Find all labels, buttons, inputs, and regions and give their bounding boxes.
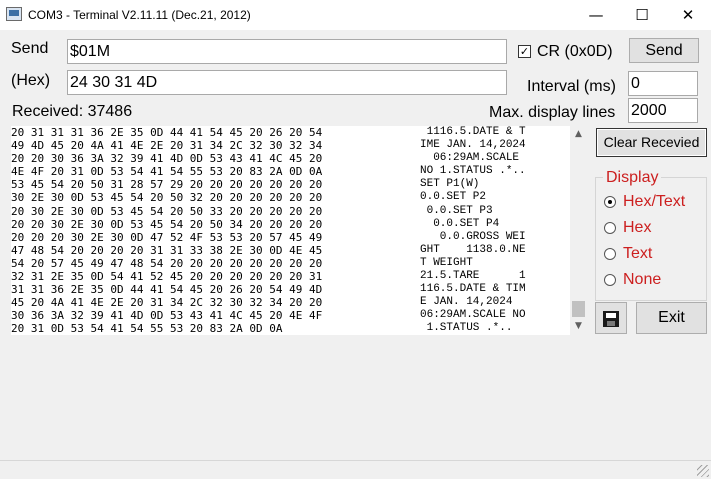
hex-line: 4E 4F 20 31 0D 53 54 41 54 55 53 20 83 2… [11,165,323,179]
close-button[interactable]: ✕ [665,0,711,30]
text-line: 21.5.TARE 1 [420,270,526,283]
hex-input[interactable]: 24 30 31 4D [67,70,507,95]
hex-line: 53 45 54 20 50 31 28 57 29 20 20 20 20 2… [11,178,323,192]
terminal-app-icon [6,7,22,21]
text-line: 116.5.DATE & TIM [420,283,526,296]
send-label: Send [11,40,49,57]
terminal-scrollbar[interactable]: ▲ ▼ [570,126,587,335]
received-count-label: Received: 37486 [12,103,133,120]
text-line: T WEIGHT [420,256,526,269]
display-group-title: Display [603,169,662,187]
text-line: 0.0.SET P2 [420,191,526,204]
floppy-disk-icon [603,311,619,327]
text-line: 06:29AM.SCALE NO [420,309,526,322]
radio-hex-text-label[interactable]: Hex/Text [623,193,685,211]
resize-grip-icon[interactable] [697,465,709,477]
radio-hex[interactable] [604,222,616,234]
hex-line: 49 4D 45 20 4A 41 4E 2E 20 31 34 2C 32 3… [11,139,323,153]
text-line: GHT 1138.0.NE [420,243,526,256]
text-line: 0.0.SET P3 [420,204,526,217]
interval-input[interactable]: 0 [628,71,698,96]
text-line: NO 1.STATUS .*.. [420,165,526,178]
text-line: 06:29AM.SCALE [420,152,526,165]
clear-received-button[interactable]: Clear Recevied [596,128,707,157]
maximize-button[interactable]: ☐ [619,0,665,30]
send-input[interactable]: $01M [67,39,507,64]
terminal-output[interactable]: 20 31 31 31 36 2E 35 0D 44 41 54 45 20 2… [11,126,587,335]
text-dump-column: 1116.5.DATE & T IME JAN. 14,2024 06:29AM.… [420,126,526,335]
title-bar: COM3 - Terminal V2.11.11 (Dec.21, 2012) … [0,0,711,30]
hex-line: 30 36 3A 32 39 41 4D 0D 53 43 41 4C 45 2… [11,309,323,323]
text-line: 0.0.GROSS WEI [420,230,526,243]
text-line: 0.0.SET P4 [420,217,526,230]
hex-line: 20 20 30 2E 30 0D 53 45 54 20 50 34 20 2… [11,217,323,231]
window-title: COM3 - Terminal V2.11.11 (Dec.21, 2012) [28,8,251,22]
text-line: IME JAN. 14,2024 [420,139,526,152]
hex-dump-column: 20 31 31 31 36 2E 35 0D 44 41 54 45 20 2… [11,126,322,335]
text-line: 1.STATUS .*.. [420,322,513,335]
hex-line: 20 20 20 30 2E 30 0D 47 52 4F 53 53 20 5… [11,230,323,244]
scrollbar-thumb[interactable] [572,301,585,317]
radio-hex-text[interactable] [604,196,616,208]
cr-label: CR (0x0D) [537,43,613,60]
text-line: SET P1(W) [420,178,526,191]
hex-line: 45 20 4A 41 4E 2E 20 31 34 2C 32 30 32 3… [11,296,323,310]
radio-text[interactable] [604,248,616,260]
hex-line: 20 31 0D 53 54 41 54 55 53 20 83 2A 0D 0… [11,322,283,335]
radio-none[interactable] [604,274,616,286]
radio-text-label[interactable]: Text [623,245,652,263]
text-line: 1116.5.DATE & T [420,126,526,138]
hex-line: 20 30 2E 30 0D 53 45 54 20 50 33 20 20 2… [11,204,323,218]
radio-none-label[interactable]: None [623,271,661,289]
send-button[interactable]: Send [629,38,699,63]
minimize-button[interactable]: — [573,0,619,30]
scroll-down-icon[interactable]: ▼ [570,318,587,335]
hex-line: 31 31 36 2E 35 0D 44 41 54 45 20 26 20 5… [11,283,323,297]
cr-checkbox[interactable]: ✓ [518,45,531,58]
hex-line: 32 31 2E 35 0D 54 41 52 45 20 20 20 20 2… [11,270,323,284]
hex-line: 20 20 30 36 3A 32 39 41 4D 0D 53 43 41 4… [11,152,323,166]
scroll-up-icon[interactable]: ▲ [570,126,587,143]
max-display-lines-label: Max. display lines [489,104,616,121]
hex-line: 54 20 57 45 49 47 48 54 20 20 20 20 20 2… [11,256,323,270]
text-line: E JAN. 14,2024 [420,296,526,309]
hex-label: (Hex) [11,72,51,89]
hex-line: 30 2E 30 0D 53 45 54 20 50 32 20 20 20 2… [11,191,323,205]
exit-button[interactable]: Exit [636,302,707,334]
hex-line: 47 48 54 20 20 20 20 31 31 33 38 2E 30 0… [11,243,323,257]
status-bar [0,460,711,479]
max-display-lines-input[interactable]: 2000 [628,98,698,123]
interval-label: Interval (ms) [527,78,616,95]
radio-hex-label[interactable]: Hex [623,219,651,237]
hex-line: 20 31 31 31 36 2E 35 0D 44 41 54 45 20 2… [11,126,323,139]
